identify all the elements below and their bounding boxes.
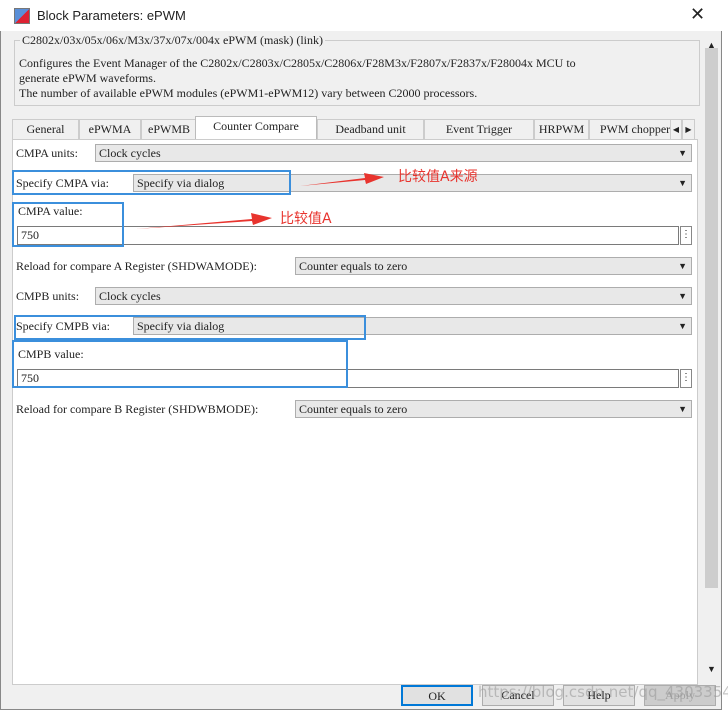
scrollbar-thumb[interactable] — [705, 48, 718, 588]
annotation-value-a: 比较值A — [280, 211, 332, 227]
scroll-up-icon[interactable]: ▲ — [707, 40, 716, 50]
annotation-source-a: 比较值A来源 — [398, 169, 478, 185]
arrow-icon — [300, 173, 384, 186]
ok-button[interactable]: OK — [401, 685, 473, 706]
watermark: https://blog.csdn.net/qq_43033547 — [478, 683, 728, 701]
annotation-arrows — [136, 173, 384, 229]
arrow-icon — [136, 213, 272, 229]
scroll-down-icon[interactable]: ▼ — [707, 664, 716, 674]
